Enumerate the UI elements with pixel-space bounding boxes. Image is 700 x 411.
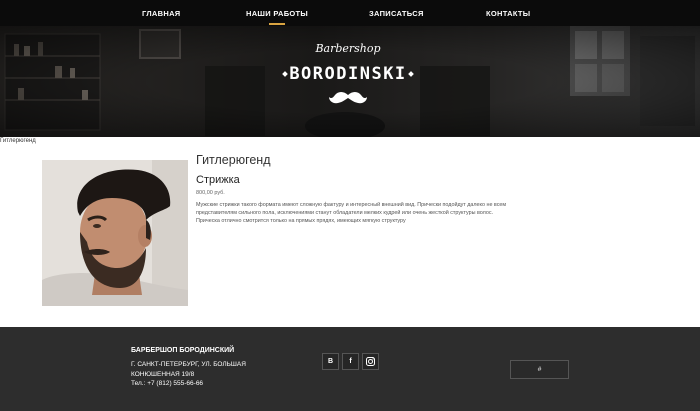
nav-item-contacts[interactable]: КОНТАКТЫ (486, 9, 530, 18)
haircut-photo (42, 160, 188, 306)
footer-hash-button[interactable]: # (510, 360, 569, 379)
footer-brand-name: БАРБЕРШОП БОРОДИНСКИЙ (131, 347, 235, 354)
instagram-glyph-icon (366, 357, 375, 366)
logo-script-text: Barbershop (315, 42, 381, 55)
page-title: Гитлерюгенд (196, 153, 271, 167)
top-navigation: ГЛАВНАЯ НАШИ РАБОТЫ ЗАПИСАТЬСЯ КОНТАКТЫ (0, 0, 700, 26)
service-description: Мужские стрижки такого формата имеют сло… (196, 202, 507, 224)
nav-item-our-works[interactable]: НАШИ РАБОТЫ (246, 9, 308, 25)
vk-icon[interactable]: В (322, 353, 339, 370)
price-label: 800,00 руб. (196, 190, 225, 196)
barbershop-logo[interactable]: Barbershop BORODINSKI (268, 42, 428, 128)
mustache-icon (329, 92, 367, 104)
facebook-icon[interactable]: f (342, 353, 359, 370)
service-title: Стрижка (196, 174, 240, 186)
nav-item-home[interactable]: ГЛАВНАЯ (142, 9, 180, 18)
footer-address: Г. САНКТ-ПЕТЕРБУРГ, УЛ. БОЛЬШАЯ КОНЮШЕНН… (131, 361, 246, 378)
breadcrumb: Гитлерюгенд (0, 138, 36, 144)
nav-item-signup[interactable]: ЗАПИСАТЬСЯ (369, 9, 424, 18)
hero-banner: Barbershop BORODINSKI (0, 26, 700, 137)
footer: БАРБЕРШОП БОРОДИНСКИЙ Г. САНКТ-ПЕТЕРБУРГ… (0, 327, 700, 411)
logo-main-text: BORODINSKI (289, 64, 407, 84)
instagram-icon[interactable] (362, 353, 379, 370)
man-portrait-image (42, 160, 188, 306)
footer-phone[interactable]: Тел.: +7 (812) 555-66-66 (131, 380, 203, 387)
